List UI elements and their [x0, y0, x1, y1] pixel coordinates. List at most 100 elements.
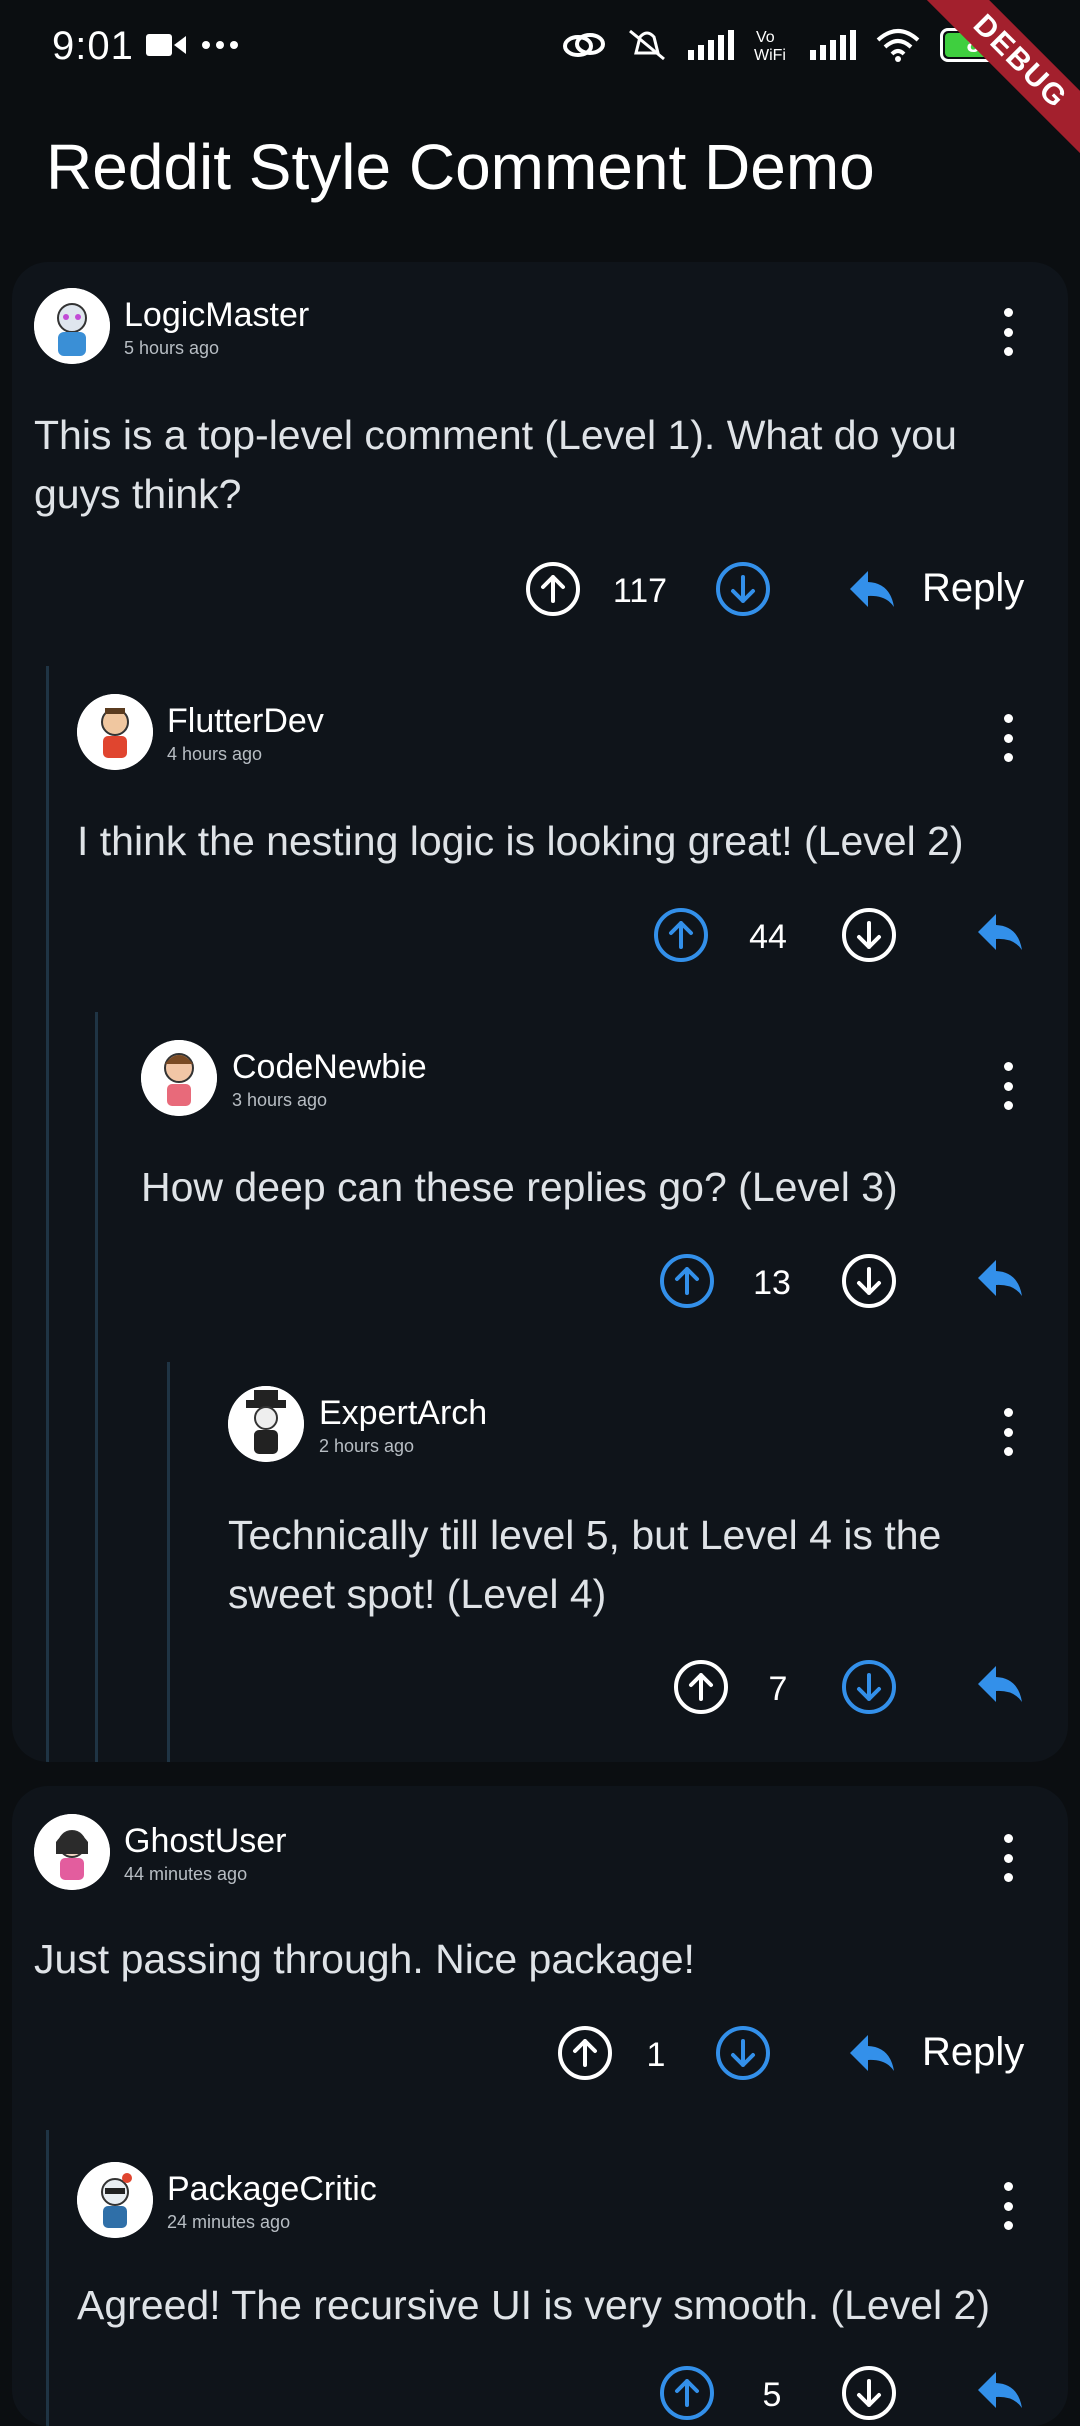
comment-thread-card: GhostUser 44 minutes ago Just passing th…	[12, 1786, 1068, 2426]
comment-time: 24 minutes ago	[167, 2212, 291, 2232]
comment-body-line: Agreed! The recursive UI is very smooth.…	[77, 2282, 990, 2328]
vote-count: 5	[762, 2376, 782, 2414]
more-options-icon[interactable]	[998, 714, 1018, 762]
downvote-button[interactable]	[842, 1254, 896, 1308]
upvote-button[interactable]	[526, 562, 580, 616]
downvote-button[interactable]	[842, 908, 896, 962]
username[interactable]: FlutterDev	[167, 702, 324, 741]
comment-time: 2 hours ago	[319, 1436, 415, 1456]
reply-button[interactable]	[976, 1664, 1024, 1704]
arrow-down-icon	[857, 1267, 881, 1295]
arrow-down-icon	[731, 575, 755, 603]
signal-icon	[688, 30, 734, 60]
username[interactable]: CodeNewbie	[232, 1048, 427, 1087]
comment-body-line: This is a top-level comment (Level 1). W…	[34, 412, 957, 458]
wifi-icon	[876, 29, 920, 62]
upvote-button[interactable]	[654, 908, 708, 962]
comment-time: 44 minutes ago	[124, 1864, 248, 1884]
link-icon	[563, 33, 605, 57]
username[interactable]: ExpertArch	[319, 1394, 487, 1433]
comment-body-line: guys think?	[34, 471, 242, 517]
reply-button[interactable]	[976, 1258, 1024, 1298]
avatar[interactable]	[141, 1040, 217, 1116]
comment-body-line: I think the nesting logic is looking gre…	[77, 818, 964, 864]
reply-button[interactable]	[976, 912, 1024, 952]
avatar[interactable]	[77, 694, 153, 770]
comment-thread-card: LogicMaster 5 hours ago This is a top-le…	[12, 262, 1068, 1762]
comment-flutterdev: FlutterDev 4 hours ago I think the nesti…	[12, 662, 1068, 1012]
comment-actions: 5	[12, 2366, 1068, 2426]
reply-icon	[850, 2034, 894, 2071]
reply-button[interactable]: Reply	[848, 566, 1024, 611]
signal-icon-2	[810, 30, 856, 60]
avatar[interactable]	[34, 288, 110, 364]
arrow-up-icon	[573, 2039, 597, 2067]
reply-label: Reply	[922, 566, 1025, 610]
comment-actions: 13	[12, 1254, 1068, 1318]
reply-icon	[978, 1260, 1022, 1296]
comment-body: Just passing through. Nice package!	[34, 1930, 1044, 1989]
username[interactable]: PackageCritic	[167, 2170, 377, 2209]
more-options-icon[interactable]	[998, 1408, 1018, 1456]
comment-time: 4 hours ago	[167, 744, 263, 764]
mute-icon	[629, 29, 665, 61]
comment-codenewbie: CodeNewbie 3 hours ago How deep can thes…	[12, 1012, 1068, 1362]
comment-time: 5 hours ago	[124, 338, 220, 358]
upvote-button[interactable]	[558, 2026, 612, 2080]
upvote-button[interactable]	[660, 1254, 714, 1308]
downvote-button[interactable]	[842, 2366, 896, 2420]
comment-actions: 7	[12, 1660, 1068, 1724]
arrow-up-icon	[689, 1673, 713, 1701]
comment-body: Agreed! The recursive UI is very smooth.…	[77, 2276, 1067, 2335]
avatar[interactable]	[228, 1386, 304, 1462]
comment-body-line: Technically till level 5, but Level 4 is…	[228, 1512, 942, 1558]
reply-label: Reply	[922, 2030, 1025, 2074]
more-dots-icon	[202, 41, 238, 49]
status-left-icons	[146, 32, 238, 58]
vote-count: 7	[768, 1670, 788, 1708]
comment-packagecritic: PackageCritic 24 minutes ago Agreed! The…	[12, 2126, 1068, 2426]
vote-count: 44	[749, 918, 787, 956]
comment-expertarch: ExpertArch 2 hours ago Technically till …	[12, 1362, 1068, 1762]
more-options-icon[interactable]	[998, 1062, 1018, 1110]
svg-text:Vo: Vo	[756, 29, 775, 46]
avatar-packagecritic-icon	[77, 2162, 153, 2238]
arrow-down-icon	[731, 2039, 755, 2067]
more-options-icon[interactable]	[998, 2182, 1018, 2230]
comment-body-line: How deep can these replies go? (Level 3)	[141, 1164, 898, 1210]
username[interactable]: LogicMaster	[124, 296, 309, 335]
upvote-button[interactable]	[660, 2366, 714, 2420]
vote-count: 13	[753, 1264, 791, 1302]
reply-button[interactable]	[976, 2370, 1024, 2410]
downvote-button[interactable]	[716, 2026, 770, 2080]
reply-icon	[850, 570, 894, 607]
status-bar: 9:01 VoWiFi 86 DEBUG	[0, 0, 1080, 177]
arrow-down-icon	[857, 1673, 881, 1701]
vowifi-icon: VoWiFi	[754, 29, 786, 64]
avatar[interactable]	[34, 1814, 110, 1890]
avatar-expertarch-icon	[228, 1386, 304, 1462]
comment-actions: 44	[12, 908, 1068, 972]
vote-count: 117	[612, 572, 668, 610]
arrow-up-icon	[675, 2379, 699, 2407]
comment-body: This is a top-level comment (Level 1). W…	[34, 406, 1044, 524]
comment-body: Technically till level 5, but Level 4 is…	[228, 1506, 1058, 1624]
video-camera-icon	[146, 34, 186, 56]
upvote-button[interactable]	[674, 1660, 728, 1714]
page-title: Reddit Style Comment Demo	[46, 131, 875, 203]
svg-text:WiFi: WiFi	[754, 47, 786, 64]
reply-button[interactable]: Reply	[848, 2030, 1024, 2075]
avatar[interactable]	[77, 2162, 153, 2238]
username[interactable]: GhostUser	[124, 1822, 287, 1861]
comment-body: I think the nesting logic is looking gre…	[77, 812, 1057, 871]
reply-icon	[978, 2372, 1022, 2408]
arrow-up-icon	[541, 575, 565, 603]
avatar-ghostuser-icon	[34, 1814, 110, 1890]
more-options-icon[interactable]	[998, 308, 1018, 356]
arrow-down-icon	[857, 2379, 881, 2407]
reply-icon	[978, 914, 1022, 950]
more-options-icon[interactable]	[998, 1834, 1018, 1882]
comment-body: How deep can these replies go? (Level 3)	[141, 1158, 1061, 1217]
downvote-button[interactable]	[716, 562, 770, 616]
downvote-button[interactable]	[842, 1660, 896, 1714]
